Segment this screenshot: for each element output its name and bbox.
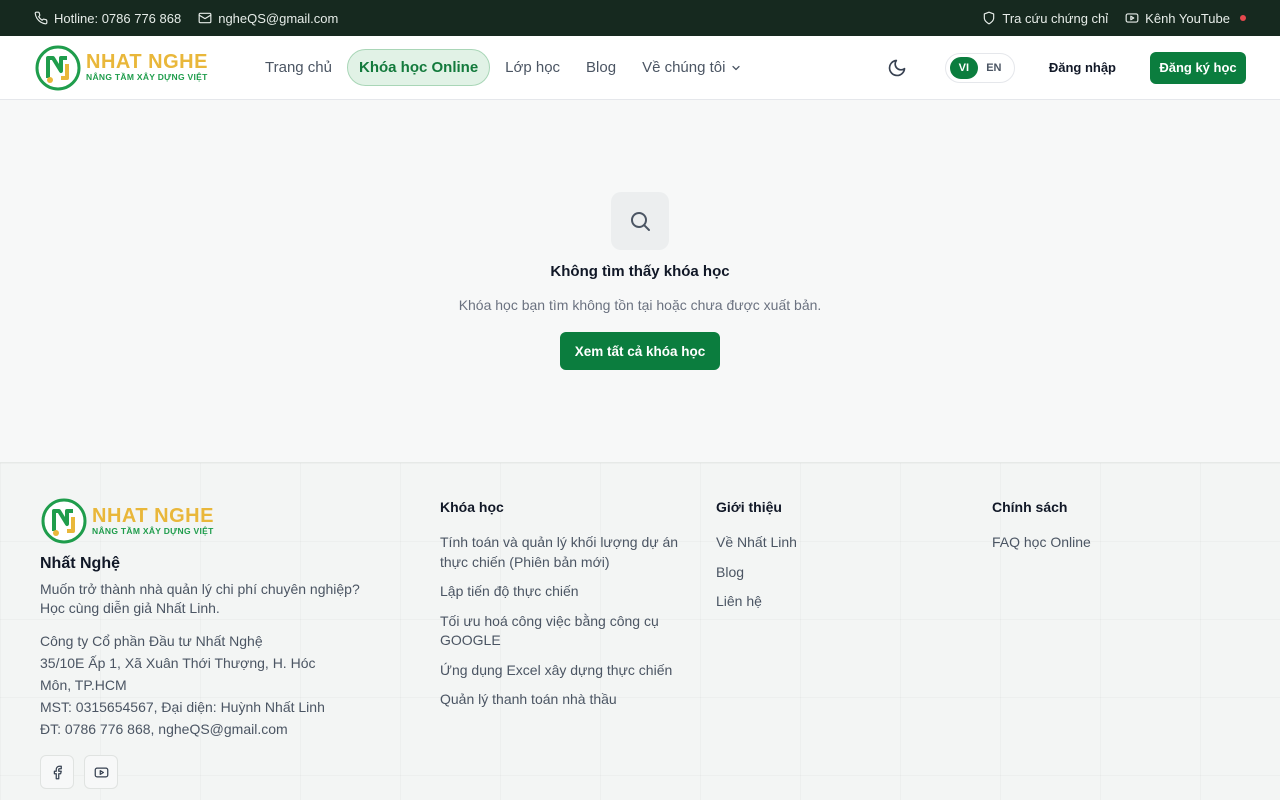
youtube-icon bbox=[94, 767, 108, 777]
lang-en-button[interactable]: EN bbox=[980, 57, 1008, 79]
logo-mark-icon bbox=[35, 45, 81, 90]
youtube-icon bbox=[1125, 13, 1139, 23]
footer-about-link[interactable]: Về Nhất Linh bbox=[716, 533, 956, 553]
search-icon bbox=[631, 212, 650, 231]
footer-logo[interactable]: NHAT NGHE NÂNG TẦM XÂY DỰNG VIỆT bbox=[40, 497, 380, 545]
footer-logo-tagline: NÂNG TẦM XÂY DỰNG VIỆT bbox=[92, 525, 214, 536]
certificate-lookup-link[interactable]: Tra cứu chứng chỉ bbox=[982, 11, 1108, 26]
company-contact: ĐT: 0786 776 868, ngheQS@gmail.com bbox=[40, 721, 288, 737]
footer-course-link[interactable]: Quản lý thanh toán nhà thầu bbox=[440, 690, 680, 710]
footer-company-info: Công ty Cổ phần Đầu tư Nhất Nghệ 35/10E … bbox=[40, 630, 380, 740]
chevron-down-icon bbox=[732, 65, 741, 70]
footer-about-link[interactable]: Liên hệ bbox=[716, 592, 956, 612]
main-nav: Trang chủ Khóa học Online Lớp học Blog V… bbox=[254, 49, 753, 86]
logo-name: NHAT NGHE bbox=[86, 51, 208, 73]
language-switcher: VI EN bbox=[944, 52, 1015, 83]
mail-icon bbox=[198, 12, 212, 24]
footer-slogan: Muốn trở thành nhà quản lý chi phí chuyê… bbox=[40, 580, 380, 618]
nav-home[interactable]: Trang chủ bbox=[254, 50, 343, 85]
top-bar: Hotline: 0786 776 868 ngheQS@gmail.com T… bbox=[0, 0, 1280, 36]
phone-icon bbox=[34, 11, 48, 25]
footer-courses-title: Khóa học bbox=[440, 499, 504, 515]
empty-state-icon-box bbox=[611, 192, 669, 250]
footer-about-title: Giới thiệu bbox=[716, 499, 782, 515]
nav-online-courses[interactable]: Khóa học Online bbox=[346, 49, 491, 86]
footer-policy-link[interactable]: FAQ học Online bbox=[992, 533, 1232, 553]
footer-about-link[interactable]: Blog bbox=[716, 563, 956, 583]
nav-classes[interactable]: Lớp học bbox=[494, 50, 571, 85]
footer-course-link[interactable]: Ứng dụng Excel xây dựng thực chiến bbox=[440, 661, 680, 681]
company-tax-id: MST: 0315654567, Đại diện: Huỳnh Nhất Li… bbox=[40, 699, 325, 715]
nav-about-label: Về chúng tôi bbox=[642, 59, 726, 76]
facebook-icon bbox=[53, 765, 62, 779]
facebook-button[interactable] bbox=[40, 755, 74, 789]
shield-icon bbox=[984, 11, 995, 25]
footer-slogan-line: Muốn trở thành nhà quản lý chi phí chuyê… bbox=[40, 581, 360, 597]
hotline-link[interactable]: Hotline: 0786 776 868 bbox=[34, 11, 181, 26]
youtube-channel-text: Kênh YouTube bbox=[1145, 10, 1230, 26]
empty-state-description: Khóa học bạn tìm không tồn tại hoặc chưa… bbox=[458, 297, 822, 313]
certificate-lookup-text: Tra cứu chứng chỉ bbox=[1002, 10, 1109, 26]
live-indicator-dot bbox=[1240, 15, 1246, 21]
company-name: Công ty Cổ phần Đầu tư Nhất Nghệ bbox=[40, 633, 263, 649]
site-logo[interactable]: NHAT NGHE NÂNG TẦM XÂY DỰNG VIỆT bbox=[34, 44, 224, 92]
company-address: 35/10E Ấp 1, Xã Xuân Thới Thượng, H. Hóc bbox=[40, 655, 316, 671]
nav-blog[interactable]: Blog bbox=[575, 50, 627, 85]
company-address: Môn, TP.HCM bbox=[40, 677, 127, 693]
footer-policy-column: Chính sách FAQ học Online bbox=[992, 499, 1232, 563]
site-footer: NHAT NGHE NÂNG TẦM XÂY DỰNG VIỆT Nhất Ng… bbox=[0, 462, 1280, 800]
footer-course-link[interactable]: Lập tiến độ thực chiến bbox=[440, 582, 680, 602]
footer-logo-mark-icon bbox=[41, 498, 87, 544]
footer-brand-name: Nhất Nghệ bbox=[40, 555, 120, 572]
main-content: Không tìm thấy khóa học Khóa học bạn tìm… bbox=[0, 100, 1280, 462]
email-text: ngheQS@gmail.com bbox=[218, 10, 339, 26]
youtube-channel-link[interactable]: Kênh YouTube bbox=[1125, 11, 1246, 26]
view-all-courses-button[interactable]: Xem tất cả khóa học bbox=[560, 332, 720, 370]
footer-policy-title: Chính sách bbox=[992, 499, 1068, 515]
lang-vi-button[interactable]: VI bbox=[949, 56, 978, 79]
footer-brand: NHAT NGHE NÂNG TẦM XÂY DỰNG VIỆT Nhất Ng… bbox=[40, 497, 380, 789]
register-button[interactable]: Đăng ký học bbox=[1150, 51, 1246, 84]
footer-course-link[interactable]: Tối ưu hoá công việc bằng công cụ GOOGLE bbox=[440, 612, 680, 651]
login-button[interactable]: Đăng nhập bbox=[1049, 60, 1116, 75]
footer-course-link[interactable]: Tính toán và quản lý khối lượng dự án th… bbox=[440, 533, 680, 572]
footer-slogan-line: Học cùng diễn giả Nhất Linh. bbox=[40, 600, 220, 616]
logo-tagline: NÂNG TẦM XÂY DỰNG VIỆT bbox=[86, 72, 208, 82]
site-header: NHAT NGHE NÂNG TẦM XÂY DỰNG VIỆT Trang c… bbox=[0, 36, 1280, 100]
empty-state-title: Không tìm thấy khóa học bbox=[550, 263, 730, 280]
nav-about-dropdown[interactable]: Về chúng tôi bbox=[631, 50, 753, 85]
email-link[interactable]: ngheQS@gmail.com bbox=[198, 11, 338, 26]
footer-courses-column: Khóa học Tính toán và quản lý khối lượng… bbox=[440, 499, 680, 720]
footer-about-column: Giới thiệu Về Nhất Linh Blog Liên hệ bbox=[716, 499, 956, 622]
footer-logo-name: NHAT NGHE bbox=[92, 504, 214, 527]
footer-social-links bbox=[40, 755, 380, 789]
youtube-button[interactable] bbox=[84, 755, 118, 789]
hotline-text: Hotline: 0786 776 868 bbox=[54, 10, 182, 26]
moon-icon[interactable] bbox=[887, 58, 907, 78]
